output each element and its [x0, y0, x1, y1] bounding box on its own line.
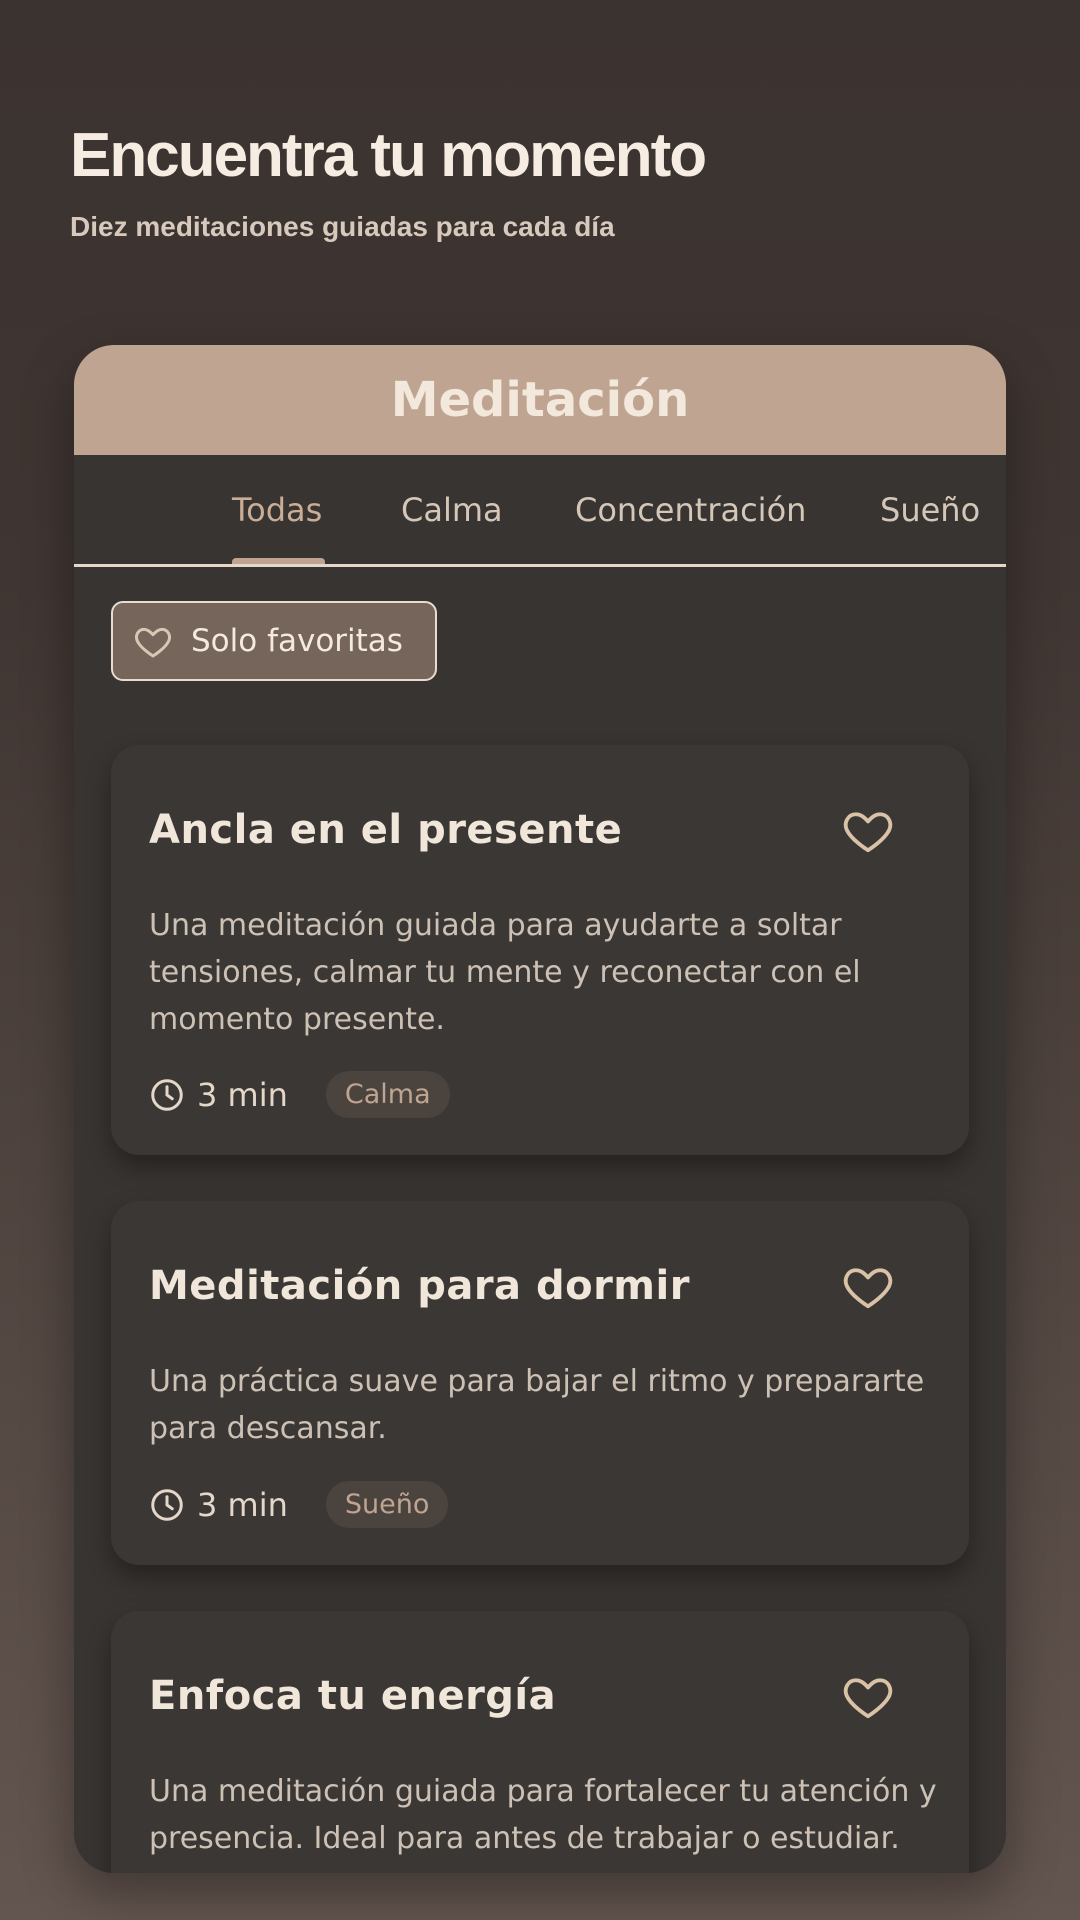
favorites-filter-button[interactable]: Solo favoritas [111, 601, 437, 681]
meditation-card[interactable]: Meditación para dormir Una práctica suav… [111, 1201, 969, 1565]
page-title: Encuentra tu momento [70, 121, 707, 190]
category-tabs: Todas Calma Concentración Sueño [74, 455, 1006, 567]
tab-concentracion[interactable]: Concentración [575, 491, 806, 529]
card-meta: 3 min Sueño [149, 1481, 449, 1528]
meditation-card[interactable]: Ancla en el presente Una meditación guia… [111, 745, 969, 1155]
tab-todas[interactable]: Todas [232, 491, 322, 529]
category-tag: Calma [325, 1071, 450, 1118]
card-title: Enfoca tu energía [149, 1673, 557, 1719]
heart-outline-icon [135, 627, 171, 658]
active-tab-indicator [232, 558, 325, 564]
favorite-heart-icon[interactable] [841, 1669, 895, 1723]
card-description: Una práctica suave para bajar el ritmo y… [149, 1364, 925, 1446]
panel-header: Meditación [74, 345, 1006, 455]
card-title: Meditación para dormir [149, 1263, 690, 1309]
meditation-panel: Meditación Todas Calma Concentración Sue… [74, 345, 1006, 1873]
meditation-card[interactable]: Enfoca tu energía Una meditación guiada … [111, 1611, 969, 1873]
favorites-filter-label: Solo favoritas [191, 623, 403, 659]
card-title: Ancla en el presente [149, 807, 623, 853]
card-description: Una meditación guiada para fortalecer tu… [149, 1774, 937, 1856]
clock-icon [151, 1488, 183, 1521]
duration-label: 3 min [197, 1485, 288, 1524]
duration-label: 3 min [197, 1075, 288, 1114]
tab-sueno[interactable]: Sueño [880, 491, 980, 529]
category-tag: Sueño [325, 1481, 449, 1528]
favorite-heart-icon[interactable] [841, 803, 895, 857]
favorite-heart-icon[interactable] [841, 1259, 895, 1313]
tab-calma[interactable]: Calma [401, 491, 503, 529]
panel-title: Meditación [390, 372, 690, 428]
page-header: Encuentra tu momento Diez meditaciones g… [70, 120, 707, 243]
clock-icon [151, 1078, 183, 1111]
page-subtitle: Diez meditaciones guiadas para cada día [70, 211, 615, 242]
card-description: Una meditación guiada para ayudarte a so… [149, 908, 861, 1037]
card-meta: 3 min Calma [149, 1071, 450, 1118]
